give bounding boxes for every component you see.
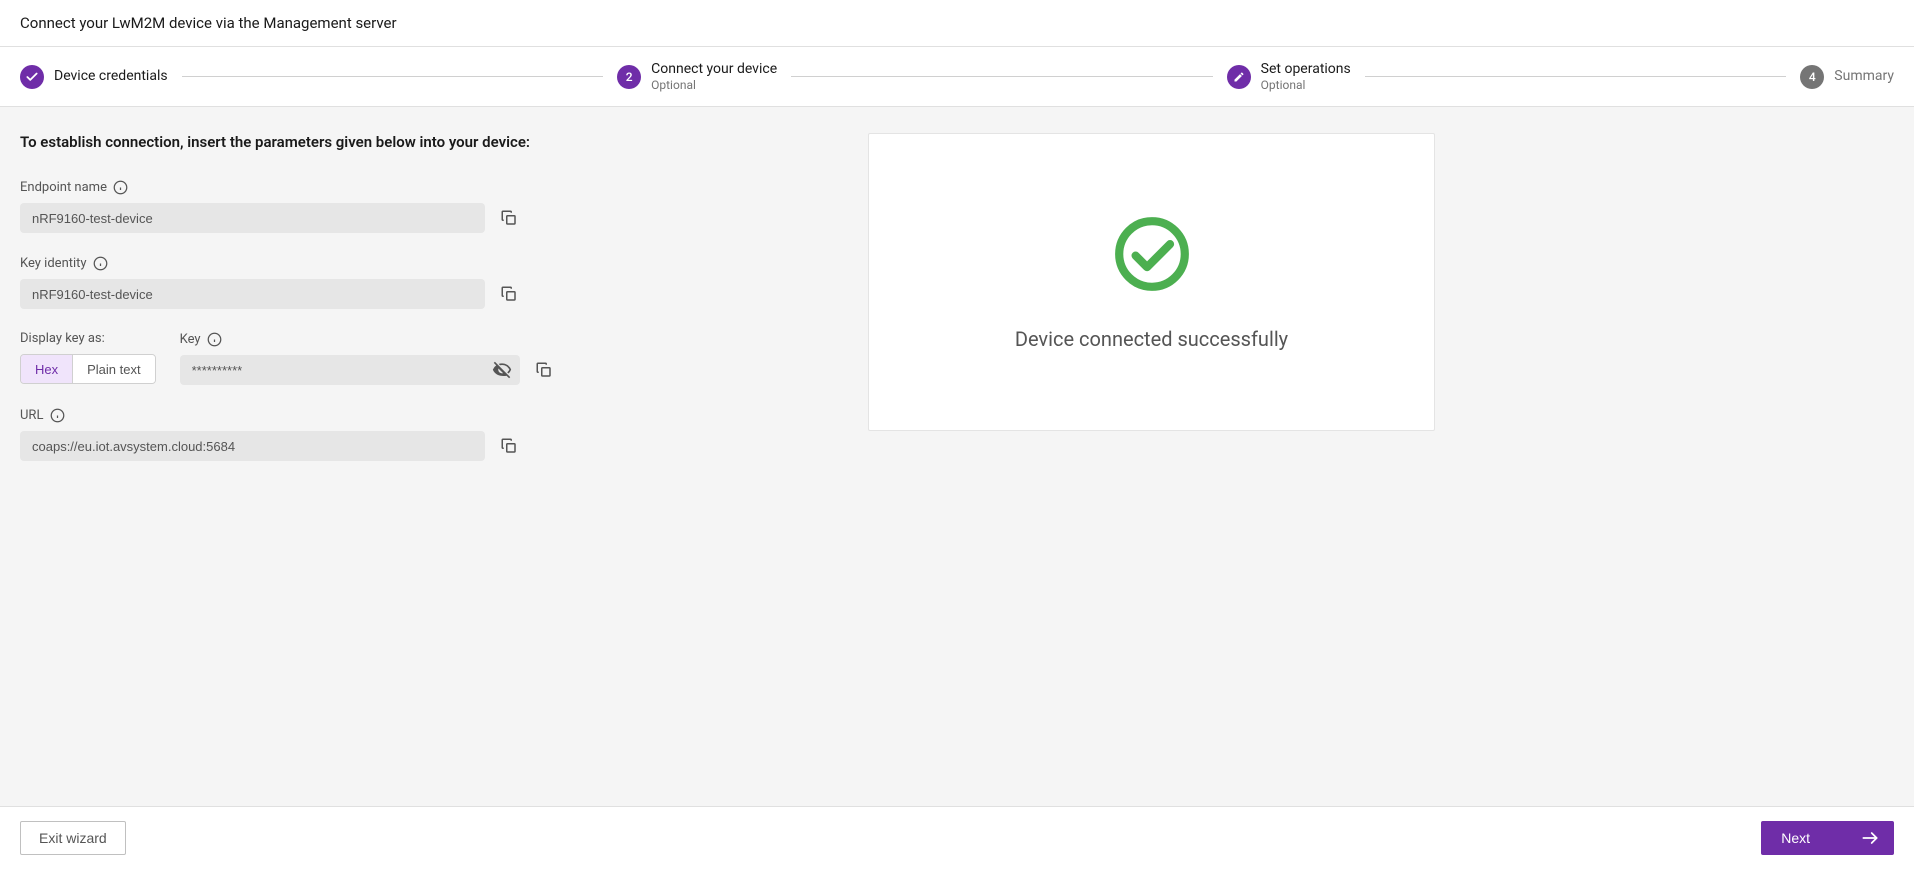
field-label: Display key as: bbox=[20, 331, 105, 346]
endpoint-name-input[interactable] bbox=[20, 203, 485, 233]
step-summary[interactable]: 4 Summary bbox=[1800, 65, 1894, 89]
step-label: Summary bbox=[1834, 68, 1894, 85]
step-connector bbox=[1365, 76, 1787, 77]
pencil-icon bbox=[1227, 65, 1251, 89]
field-label: Key identity bbox=[20, 256, 87, 271]
info-icon[interactable] bbox=[113, 179, 129, 195]
key-input[interactable] bbox=[180, 355, 520, 385]
field-label: Endpoint name bbox=[20, 180, 107, 195]
arrow-right-icon bbox=[1860, 828, 1880, 848]
field-endpoint-name: Endpoint name bbox=[20, 179, 840, 233]
copy-icon[interactable] bbox=[499, 436, 519, 456]
info-icon[interactable] bbox=[93, 255, 109, 271]
copy-icon[interactable] bbox=[499, 208, 519, 228]
wizard-content: To establish connection, insert the para… bbox=[0, 107, 1914, 806]
step-device-credentials[interactable]: Device credentials bbox=[20, 65, 168, 89]
key-identity-input[interactable] bbox=[20, 279, 485, 309]
step-label: Connect your device bbox=[651, 61, 777, 78]
url-input[interactable] bbox=[20, 431, 485, 461]
info-icon[interactable] bbox=[207, 331, 223, 347]
next-button-label: Next bbox=[1781, 830, 1810, 846]
wizard-footer: Exit wizard Next bbox=[0, 806, 1914, 869]
field-url: URL bbox=[20, 407, 840, 461]
step-number-icon: 2 bbox=[617, 65, 641, 89]
step-label: Set operations bbox=[1261, 61, 1351, 78]
page-title: Connect your LwM2M device via the Manage… bbox=[20, 14, 1894, 32]
connection-status-panel: Device connected successfully bbox=[868, 133, 1435, 431]
field-key-display: Display key as: Hex Plain text Key bbox=[20, 331, 840, 385]
parameters-panel: To establish connection, insert the para… bbox=[20, 133, 840, 780]
field-key-identity: Key identity bbox=[20, 255, 840, 309]
step-label: Device credentials bbox=[54, 68, 168, 85]
instruction-text: To establish connection, insert the para… bbox=[20, 133, 840, 151]
visibility-off-icon[interactable] bbox=[492, 360, 512, 380]
check-icon bbox=[20, 65, 44, 89]
step-sublabel: Optional bbox=[1261, 78, 1351, 92]
step-connect-device[interactable]: 2 Connect your device Optional bbox=[617, 61, 777, 92]
step-sublabel: Optional bbox=[651, 78, 777, 92]
page-header: Connect your LwM2M device via the Manage… bbox=[0, 0, 1914, 47]
info-icon[interactable] bbox=[49, 407, 65, 423]
exit-wizard-button[interactable]: Exit wizard bbox=[20, 821, 126, 855]
check-circle-icon bbox=[1111, 213, 1193, 299]
next-button[interactable]: Next bbox=[1761, 821, 1894, 855]
toggle-hex[interactable]: Hex bbox=[21, 355, 72, 383]
copy-icon[interactable] bbox=[534, 360, 554, 380]
wizard-stepper: Device credentials 2 Connect your device… bbox=[0, 47, 1914, 107]
copy-icon[interactable] bbox=[499, 284, 519, 304]
status-message: Device connected successfully bbox=[1015, 327, 1288, 351]
step-connector bbox=[791, 76, 1213, 77]
step-connector bbox=[182, 76, 604, 77]
step-set-operations[interactable]: Set operations Optional bbox=[1227, 61, 1351, 92]
step-number-icon: 4 bbox=[1800, 65, 1824, 89]
field-label: URL bbox=[20, 408, 43, 423]
display-key-toggle: Hex Plain text bbox=[20, 354, 156, 384]
toggle-plaintext[interactable]: Plain text bbox=[72, 355, 154, 383]
field-label: Key bbox=[180, 332, 201, 347]
